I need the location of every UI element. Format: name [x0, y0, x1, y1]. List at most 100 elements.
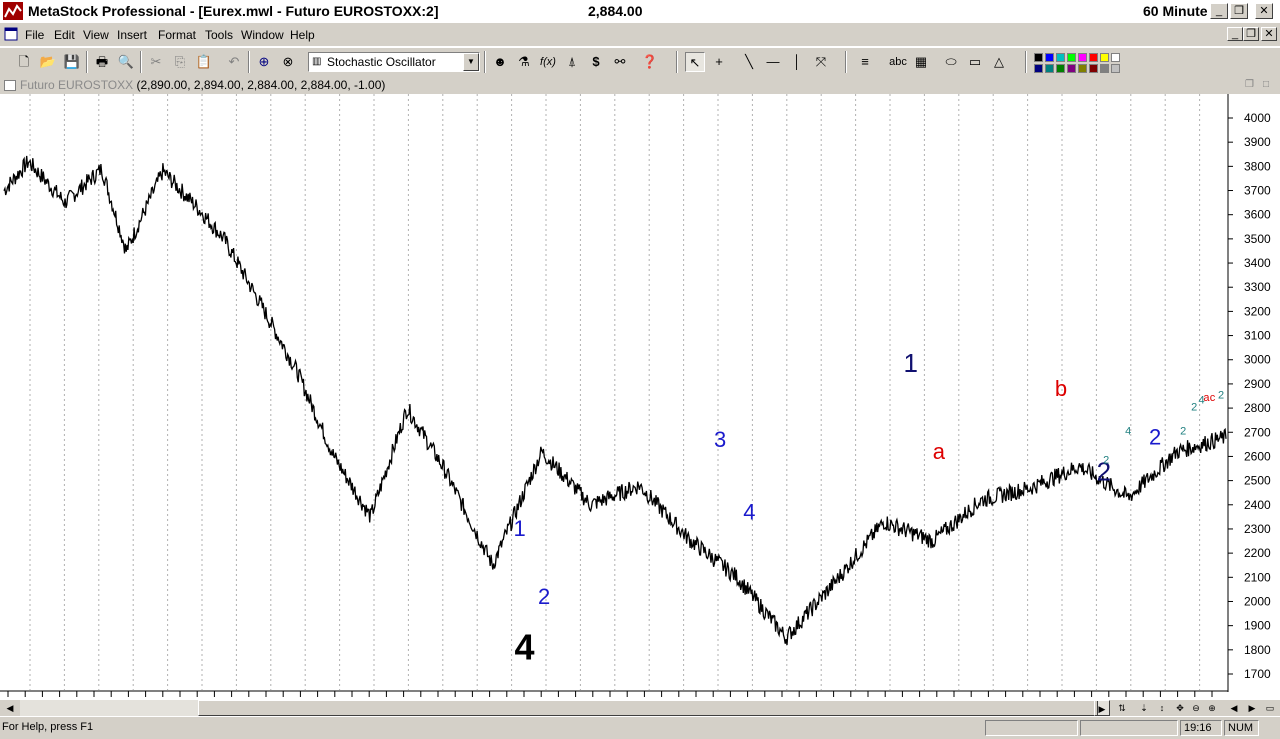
cut-icon[interactable]: ✂ — [146, 52, 166, 72]
indicator-select[interactable]: ▥ Stochastic Oscillator ▼ — [308, 52, 480, 72]
triangle-icon[interactable]: △ — [989, 52, 1009, 72]
print-preview-icon[interactable]: 🔍 — [116, 52, 136, 72]
page-end-icon[interactable]: ▭ — [1262, 700, 1278, 716]
chart-panel[interactable]: 4000 3900 3800 3700 3600 3500 3400 3300 3200 3100… — [0, 94, 1280, 700]
y-tick-label: 2600 — [1244, 449, 1271, 463]
zoom-in-icon[interactable]: ⊕ — [1204, 700, 1220, 716]
cross-icon[interactable]: + — [709, 52, 729, 72]
inner-restore-icon[interactable]: ❐ — [1245, 79, 1254, 90]
security-name: Futuro EUROSTOXX — [20, 78, 134, 92]
scroll-left-icon[interactable]: ◀ — [2, 700, 18, 716]
y-tick-label: 2700 — [1244, 425, 1271, 439]
color-palette — [1034, 53, 1130, 73]
copy-icon[interactable]: ⎘ — [170, 52, 190, 72]
toolbar-separator — [676, 51, 678, 73]
periodicity-label: 60 Minute — [1143, 3, 1208, 19]
menu-help[interactable]: Help — [290, 28, 315, 42]
menu-insert[interactable]: Insert — [117, 28, 147, 42]
menu-format[interactable]: Format — [158, 28, 196, 42]
trendline-icon[interactable]: ╲ — [739, 52, 759, 72]
menu-tools[interactable]: Tools — [205, 28, 233, 42]
color-swatch[interactable] — [1067, 64, 1076, 73]
status-panel-empty — [985, 720, 1078, 736]
system-tester-icon[interactable]: ⚗ — [514, 52, 534, 72]
menu-window[interactable]: Window — [241, 28, 284, 42]
color-swatch[interactable] — [1078, 64, 1087, 73]
document-icon[interactable] — [4, 27, 18, 41]
restore-button[interactable]: ❐ — [1230, 3, 1248, 19]
scroll-thumb[interactable] — [198, 700, 1098, 716]
menu-edit[interactable]: Edit — [54, 28, 75, 42]
toolbar-separator — [484, 51, 486, 73]
explorer-tree-icon[interactable]: ⍋ — [562, 52, 582, 72]
color-swatch[interactable] — [1100, 53, 1109, 62]
wave-label: 2 — [538, 584, 550, 609]
paste-icon[interactable]: 📋 — [194, 52, 214, 72]
menu-file[interactable]: File — [25, 28, 44, 42]
close-button[interactable]: ✕ — [1255, 3, 1273, 19]
chart-window-icon — [4, 80, 16, 91]
sync-scroll-icon[interactable]: ⇅ — [1114, 700, 1130, 716]
help-pointer-icon[interactable]: ❓ — [640, 52, 660, 72]
color-swatch[interactable] — [1056, 64, 1065, 73]
color-swatch[interactable] — [1045, 53, 1054, 62]
color-swatch[interactable] — [1089, 64, 1098, 73]
resize-grip-icon[interactable] — [1261, 720, 1278, 736]
page-right-icon[interactable]: ▶ — [1244, 700, 1260, 716]
dollar-icon[interactable]: $ — [586, 52, 606, 72]
y-tick-label: 3200 — [1244, 304, 1271, 318]
chart-scroll-row: ◀ ▶ ⇅ ⇣ ↕ ✥ ⊖ ⊕ ◀ ▶ ▭ — [0, 700, 1280, 716]
expert-icon[interactable]: ☻ — [490, 52, 510, 72]
doc-minimize-button[interactable]: _ — [1227, 27, 1243, 41]
wave-label: 4 — [1125, 426, 1131, 438]
inner-maximize-icon[interactable]: □ — [1263, 79, 1269, 90]
zoom-out-icon[interactable]: ⊖ — [1188, 700, 1204, 716]
vertical-line-icon[interactable]: │ — [787, 52, 807, 72]
crosshair-icon[interactable]: ⊕ — [254, 52, 274, 72]
color-swatch[interactable] — [1111, 64, 1120, 73]
color-swatch[interactable] — [1089, 53, 1098, 62]
wave-label: 1 — [514, 516, 526, 541]
pointer-icon[interactable]: ↖ — [685, 52, 705, 72]
print-icon[interactable]: 🖶 — [92, 52, 112, 72]
grid-icon[interactable]: ▦ — [911, 52, 931, 72]
scroll-step-icon[interactable]: ⇣ — [1136, 700, 1152, 716]
open-icon[interactable]: 📂 — [38, 52, 58, 72]
binoculars-icon[interactable]: ⚯ — [610, 52, 630, 72]
ellipse-icon[interactable]: ⬭ — [941, 52, 961, 72]
color-swatch[interactable] — [1067, 53, 1076, 62]
horizontal-line-icon[interactable]: — — [763, 52, 783, 72]
rectangle-icon[interactable]: ▭ — [965, 52, 985, 72]
save-icon[interactable]: 💾 — [62, 52, 82, 72]
color-swatch[interactable] — [1100, 64, 1109, 73]
color-swatch[interactable] — [1034, 53, 1043, 62]
doc-restore-button[interactable]: ❐ — [1243, 27, 1259, 41]
new-icon[interactable]: 🗋 — [14, 52, 34, 72]
toolbar: 🗋 📂 💾 🖶 🔍 ✂ ⎘ 📋 ↶ ⊕ ⊗ ▥ Stochastic Oscil… — [0, 47, 1280, 78]
price-chart[interactable]: 4000 3900 3800 3700 3600 3500 3400 3300 3200 3100… — [0, 94, 1280, 700]
page-left-icon[interactable]: ◀ — [1226, 700, 1242, 716]
menu-view[interactable]: View — [83, 28, 109, 42]
minimize-button[interactable]: _ — [1210, 3, 1228, 19]
color-swatch[interactable] — [1034, 64, 1043, 73]
cycle-icon[interactable]: ⤧ — [811, 52, 831, 72]
color-swatch[interactable] — [1056, 53, 1065, 62]
undo-icon[interactable]: ↶ — [224, 52, 244, 72]
formula-icon[interactable]: f(x) — [538, 52, 558, 72]
chevron-down-icon[interactable]: ▼ — [463, 53, 479, 71]
color-swatch[interactable] — [1078, 53, 1087, 62]
scroll-right-icon[interactable]: ▶ — [1094, 700, 1110, 716]
wave-label: 2 — [1191, 402, 1197, 414]
color-swatch[interactable] — [1111, 53, 1120, 62]
y-tick-label: 3900 — [1244, 135, 1271, 149]
toolbar-separator — [1025, 51, 1027, 73]
fib-icon[interactable]: ≡ — [855, 52, 875, 72]
doc-close-button[interactable]: ✕ — [1261, 27, 1277, 41]
horizontal-scrollbar[interactable] — [20, 700, 1110, 716]
color-swatch[interactable] — [1045, 64, 1054, 73]
zoom-icon[interactable]: ⊗ — [278, 52, 298, 72]
vertical-zoom-icon[interactable]: ↕ — [1154, 700, 1170, 716]
pan-icon[interactable]: ✥ — [1172, 700, 1188, 716]
wave-label: 3 — [714, 427, 726, 452]
text-icon[interactable]: abc — [887, 52, 909, 72]
